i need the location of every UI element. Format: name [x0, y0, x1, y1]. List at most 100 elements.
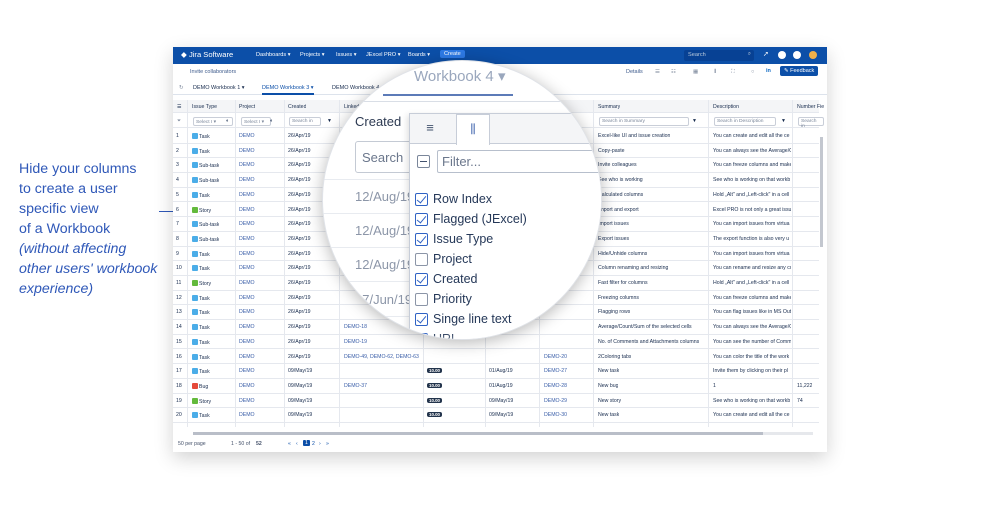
project-cell[interactable]: DEMO	[239, 295, 255, 301]
help-icon[interactable]	[778, 51, 786, 59]
project-cell[interactable]: DEMO	[239, 309, 255, 315]
magnified-tab-title[interactable]: Workbook 4 ▾	[414, 67, 505, 85]
filter-summary-input[interactable]: Search in Summary	[599, 117, 689, 126]
header-issue-type[interactable]: Issue Type	[192, 104, 217, 110]
project-cell[interactable]: DEMO	[239, 412, 255, 418]
header-project[interactable]: Project	[239, 104, 255, 110]
linked-issues-cell[interactable]: DEMO-37	[344, 383, 367, 389]
project-cell[interactable]: DEMO	[239, 162, 255, 168]
header-summary[interactable]: Summary	[598, 104, 620, 110]
view-chart-icon[interactable]: ☷	[671, 69, 676, 75]
filter-project-select[interactable]: Select I ▾	[241, 117, 271, 126]
invite-collaborators-link[interactable]: Invite collaborators	[190, 69, 236, 75]
vertical-scrollbar[interactable]	[820, 137, 823, 247]
columns-tab-icon[interactable]: ⫼	[456, 114, 490, 145]
column-checkbox[interactable]	[415, 233, 428, 246]
project-cell[interactable]: DEMO	[239, 133, 255, 139]
column-checkbox[interactable]	[415, 213, 428, 226]
project-cell[interactable]: DEMO	[239, 236, 255, 242]
grid-menu-icon[interactable]: ☰	[177, 104, 182, 110]
page-1-button[interactable]: 1	[303, 440, 310, 446]
project-cell[interactable]: DEMO	[239, 148, 255, 154]
column-checkbox[interactable]	[415, 193, 428, 206]
linked-issues-cell[interactable]: DEMO-19	[344, 339, 367, 345]
project-cell[interactable]: DEMO	[239, 280, 255, 286]
filter-number-input[interactable]: Search in	[798, 117, 824, 129]
issue-key-cell[interactable]: DEMO-28	[544, 383, 567, 389]
column-checkbox[interactable]	[415, 313, 428, 326]
project-cell[interactable]: DEMO	[239, 354, 255, 360]
settings-gear-icon[interactable]	[793, 51, 801, 59]
project-cell[interactable]: DEMO	[239, 207, 255, 213]
columns-toggle-icon[interactable]: ⫴	[714, 69, 716, 76]
page-2-button[interactable]: 2	[312, 441, 315, 447]
nav-projects[interactable]: Projects ▾	[300, 52, 325, 58]
project-cell[interactable]: DEMO	[239, 383, 255, 389]
issue-type-toggle-icon[interactable]: ◐	[226, 118, 229, 124]
table-row[interactable]: 18 Bug DEMO 09/May/19 DEMO-37 10.00 01/Aug/19 D…	[173, 379, 819, 394]
prev-page-icon[interactable]: ‹	[296, 441, 298, 447]
project-cell[interactable]: DEMO	[239, 368, 255, 374]
project-cell[interactable]: DEMO	[239, 265, 255, 271]
filter-icon[interactable]: ⏷	[177, 118, 181, 125]
search-input[interactable]: Search ⌕	[684, 50, 754, 61]
user-avatar[interactable]	[809, 51, 817, 59]
issue-key-cell[interactable]: DEMO-27	[544, 368, 567, 374]
issue-key-cell[interactable]: DEMO-20	[544, 354, 567, 360]
project-toggle-icon[interactable]: ◐	[270, 118, 273, 124]
menu-lines-icon[interactable]: ≡	[418, 121, 442, 136]
table-row[interactable]: 20 Task DEMO 09/May/19 10.00 09/May/19 DEMO-30…	[173, 408, 819, 423]
nav-jexcel-pro[interactable]: JExcel PRO ▾	[366, 52, 401, 58]
horizontal-scroll-thumb[interactable]	[193, 432, 763, 435]
select-all-checkbox[interactable]	[417, 155, 430, 168]
refresh-icon[interactable]: ↻	[179, 85, 184, 91]
nav-dashboards[interactable]: Dashboards ▾	[256, 52, 291, 58]
view-list-icon[interactable]: ☰	[655, 69, 660, 75]
column-checkbox[interactable]	[415, 273, 428, 286]
horizontal-scrollbar[interactable]	[193, 432, 813, 435]
header-description[interactable]: Description	[713, 104, 739, 110]
table-row[interactable]: 19 Story DEMO 09/May/19 10.00 09/May/19 DEMO-2…	[173, 394, 819, 409]
filter-description-funnel-icon[interactable]: ▼	[781, 118, 786, 124]
column-divider[interactable]	[235, 100, 236, 427]
timer-icon[interactable]: ○	[751, 69, 754, 75]
fullscreen-icon[interactable]: ⛶	[731, 69, 735, 76]
details-link[interactable]: Details	[626, 69, 643, 75]
column-checkbox[interactable]	[415, 253, 428, 266]
project-cell[interactable]: DEMO	[239, 192, 255, 198]
table-row[interactable]: 16 Task DEMO 26/Apr/19 DEMO-49, DEMO-62, DEM…	[173, 350, 819, 365]
project-cell[interactable]: DEMO	[239, 339, 255, 345]
view-grid-icon[interactable]: ▦	[693, 69, 698, 75]
per-page-select[interactable]: 50 per page	[178, 441, 206, 447]
project-cell[interactable]: DEMO	[239, 177, 255, 183]
header-created[interactable]: Created	[288, 104, 306, 110]
column-divider[interactable]	[284, 100, 285, 427]
project-cell[interactable]: DEMO	[239, 324, 255, 330]
table-row[interactable]: 17 Task DEMO 09/May/19 10.00 01/Aug/19 DEMO-27…	[173, 364, 819, 379]
nav-boards[interactable]: Boards ▾	[408, 52, 430, 58]
feedback-button[interactable]: ✎ Feedback	[780, 66, 819, 76]
filter-description-input[interactable]: Search in Description	[714, 117, 776, 126]
nav-issues[interactable]: Issues ▾	[336, 52, 357, 58]
column-checkbox[interactable]	[415, 293, 428, 306]
tab-demo-workbook-1[interactable]: DEMO Workbook 1 ▾	[193, 85, 245, 91]
linked-issues-cell[interactable]: DEMO-49, DEMO-62, DEMO-63	[344, 354, 419, 360]
filter-summary-funnel-icon[interactable]: ▼	[692, 118, 697, 124]
create-button[interactable]: Create	[440, 50, 465, 58]
notifications-icon[interactable]: ➚	[763, 50, 771, 58]
issue-key-cell[interactable]: DEMO-29	[544, 398, 567, 404]
column-divider[interactable]	[792, 100, 793, 427]
tab-demo-workbook-3[interactable]: DEMO Workbook 3 ▾	[262, 85, 314, 95]
header-number-field[interactable]: Number Fie	[797, 104, 824, 110]
filter-created-funnel-icon[interactable]: ▼	[327, 118, 332, 124]
jira-logo[interactable]: ◆ Jira Software	[181, 50, 233, 59]
filter-created-input[interactable]: Search in	[289, 117, 321, 126]
next-page-icon[interactable]: ›	[319, 441, 321, 447]
column-divider[interactable]	[708, 100, 709, 427]
column-filter-input[interactable]: Filter...	[437, 150, 601, 173]
issue-key-cell[interactable]: DEMO-30	[544, 412, 567, 418]
last-page-icon[interactable]: »	[326, 441, 329, 447]
linkedin-icon[interactable]: in	[766, 68, 771, 74]
project-cell[interactable]: DEMO	[239, 221, 255, 227]
project-cell[interactable]: DEMO	[239, 251, 255, 257]
